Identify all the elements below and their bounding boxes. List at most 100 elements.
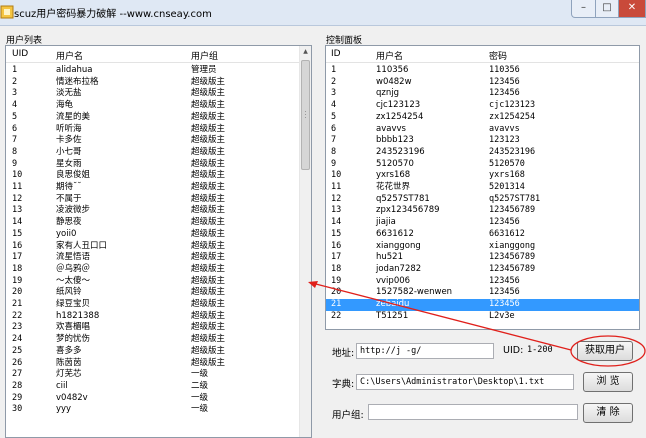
user-row[interactable]: 25 喜多多 超级版主 — [6, 346, 311, 358]
user-uid: 16 — [12, 240, 23, 251]
user-row[interactable]: 6 听听海 超级版主 — [6, 124, 311, 136]
col-uid[interactable]: UID — [12, 49, 28, 59]
col-password[interactable]: 密码 — [489, 49, 507, 62]
user-row[interactable]: 9 星女雨 超级版主 — [6, 159, 311, 171]
cracked-row[interactable]: 14 jiajia 123456 — [326, 217, 639, 229]
cracked-row[interactable]: 2 w0482w 123456 — [326, 77, 639, 89]
user-uid: 11 — [12, 182, 23, 192]
dictionary-label: 字典: — [332, 379, 355, 390]
result-username: T51251 — [376, 310, 409, 321]
user-row[interactable]: 28 ciil 二级 — [6, 381, 311, 393]
dictionary-path-input[interactable]: C:\Users\Administrator\Desktop\1.txt — [356, 374, 574, 390]
user-row[interactable]: 18 ＠乌鸦＠ 超级版主 — [6, 264, 311, 276]
cracked-row[interactable]: 9 5120570 5120570 — [326, 159, 639, 171]
cracked-row[interactable]: 13 zpx123456789 123456789 — [326, 205, 639, 217]
cracked-row[interactable]: 1 110356 110356 — [326, 65, 639, 77]
result-username: avavvs — [376, 123, 406, 134]
clear-button[interactable]: 清 除 — [583, 403, 633, 423]
user-row[interactable]: 23 欢喜楣唱 超级版主 — [6, 322, 311, 334]
cracked-row[interactable]: 3 qznjg 123456 — [326, 88, 639, 100]
cracked-row[interactable]: 16 xianggong xianggong — [326, 241, 639, 253]
user-row[interactable]: 10 良思俊姐 超级版主 — [6, 170, 311, 182]
user-row[interactable]: 7 卡多佐 超级版主 — [6, 135, 311, 147]
result-password: 123456 — [489, 217, 520, 228]
user-row[interactable]: 30 yyy 一级 — [6, 404, 311, 416]
address-input[interactable]: http://j -g/ — [356, 343, 494, 359]
user-group: 超级版主 — [191, 310, 226, 321]
user-row[interactable]: 29 v0482v 一级 — [6, 393, 311, 405]
cracked-row[interactable]: 20 1527582-wenwen 123456 — [326, 287, 639, 299]
user-row[interactable]: 17 流星悟语 超级版主 — [6, 252, 311, 264]
user-row[interactable]: 12 不属于 超级版主 — [6, 194, 311, 206]
user-uid: 19 — [12, 275, 23, 286]
user-uid: 28 — [12, 380, 23, 391]
user-name: 灯芜芯 — [56, 369, 82, 380]
user-uid: 22 — [12, 310, 23, 321]
cracked-row[interactable]: 4 cjc123123 cjc123123 — [326, 100, 639, 112]
cracked-row[interactable]: 22 T51251 L2v3e — [326, 311, 639, 323]
col-username[interactable]: 用户名 — [56, 49, 83, 62]
cracked-row[interactable]: 7 bbbb123 123123 — [326, 135, 639, 147]
user-row[interactable]: 2 情迷布拉格 超级版主 — [6, 77, 311, 89]
user-name: 纸风铃 — [56, 287, 82, 298]
user-row[interactable]: 16 家有人丑口口 超级版主 — [6, 241, 311, 253]
browse-button[interactable]: 浏 览 — [583, 372, 633, 392]
scroll-thumb[interactable] — [301, 60, 310, 170]
user-row[interactable]: 4 海龟 超级版主 — [6, 100, 311, 112]
user-row[interactable]: 21 绿豆宝贝 超级版主 — [6, 299, 311, 311]
user-row[interactable]: 27 灯芜芯 一级 — [6, 369, 311, 381]
col-usergroup[interactable]: 用户组 — [191, 49, 218, 62]
user-uid: 1 — [12, 65, 18, 75]
user-row[interactable]: 20 纸风铃 超级版主 — [6, 287, 311, 299]
cracked-accounts-list[interactable]: ID 用户名 密码 1 110356 110356 2 w0482w 123456 3 qzn… — [325, 45, 640, 330]
cracked-row[interactable]: 18 jodan7282 123456789 — [326, 264, 639, 276]
user-uid: 13 — [12, 205, 23, 216]
result-username: 110356 — [376, 65, 409, 75]
uid-input[interactable]: 1-200 — [524, 343, 570, 359]
cracked-row[interactable]: 11 花花世界 5201314 — [326, 182, 639, 194]
scroll-up-icon[interactable]: ▲ — [300, 46, 311, 58]
user-list[interactable]: UID 用户名 用户组 1 alidahua 管理员 2 情迷布拉格 超级版主 3 淡无盐 超级… — [5, 45, 312, 438]
cracked-row[interactable]: 15 6631612 6631612 — [326, 229, 639, 241]
result-id: 17 — [331, 252, 342, 263]
cracked-row[interactable]: 10 yxrs168 yxrs168 — [326, 170, 639, 182]
cracked-row[interactable]: 6 avavvs avavvs — [326, 124, 639, 136]
cracked-row[interactable]: 17 hu521 123456789 — [326, 252, 639, 264]
user-row[interactable]: 1 alidahua 管理员 — [6, 65, 311, 77]
usergroup-input[interactable] — [368, 404, 578, 420]
user-row[interactable]: 15 yoii0 超级版主 — [6, 229, 311, 241]
user-row[interactable]: 26 陈茵茵 超级版主 — [6, 358, 311, 370]
user-name: 卡多佐 — [56, 135, 82, 146]
title-bar[interactable]: scuz用户密码暴力破解 --www.cnseay.com – □ ✕ — [0, 0, 646, 26]
user-row[interactable]: 11 期待˘˘ 超级版主 — [6, 182, 311, 194]
cracked-row[interactable]: 8 243523196 243523196 — [326, 147, 639, 159]
user-row[interactable]: 19 〜太傻〜 超级版主 — [6, 276, 311, 288]
user-uid: 14 — [12, 217, 23, 228]
cracked-row[interactable]: 21 zebaidu 123456 — [326, 299, 639, 311]
col-result-username[interactable]: 用户名 — [376, 49, 403, 62]
result-id: 4 — [331, 100, 337, 111]
user-uid: 8 — [12, 146, 18, 157]
col-id[interactable]: ID — [331, 49, 341, 59]
close-button[interactable]: ✕ — [618, 0, 646, 18]
cracked-row[interactable]: 19 vvip006 123456 — [326, 276, 639, 288]
user-group: 超级版主 — [191, 135, 226, 146]
user-name: ＠乌鸦＠ — [56, 263, 91, 274]
user-name: ciil — [56, 380, 68, 391]
user-row[interactable]: 8 小七哥 超级版主 — [6, 147, 311, 159]
user-row[interactable]: 14 静思夜 超级版主 — [6, 217, 311, 229]
user-row[interactable]: 13 凌波微步 超级版主 — [6, 205, 311, 217]
user-row[interactable]: 5 流星的美 超级版主 — [6, 112, 311, 124]
cracked-row[interactable]: 12 q5257ST781 q5257ST781 — [326, 194, 639, 206]
result-username: 6631612 — [376, 228, 414, 239]
user-row[interactable]: 24 梦的忧伤 超级版主 — [6, 334, 311, 346]
user-row[interactable]: 22 h1821388 超级版主 — [6, 311, 311, 323]
minimize-button[interactable]: – — [571, 0, 596, 18]
result-username: q5257ST781 — [376, 193, 430, 204]
cracked-row[interactable]: 5 zx1254254 zx1254254 — [326, 112, 639, 124]
fetch-users-button[interactable]: 获取用户 — [577, 341, 633, 361]
user-row[interactable]: 3 淡无盐 超级版主 — [6, 88, 311, 100]
maximize-button[interactable]: □ — [595, 0, 619, 18]
user-list-scrollbar[interactable]: ▲ — [299, 46, 311, 437]
user-group: 一级 — [191, 369, 209, 380]
